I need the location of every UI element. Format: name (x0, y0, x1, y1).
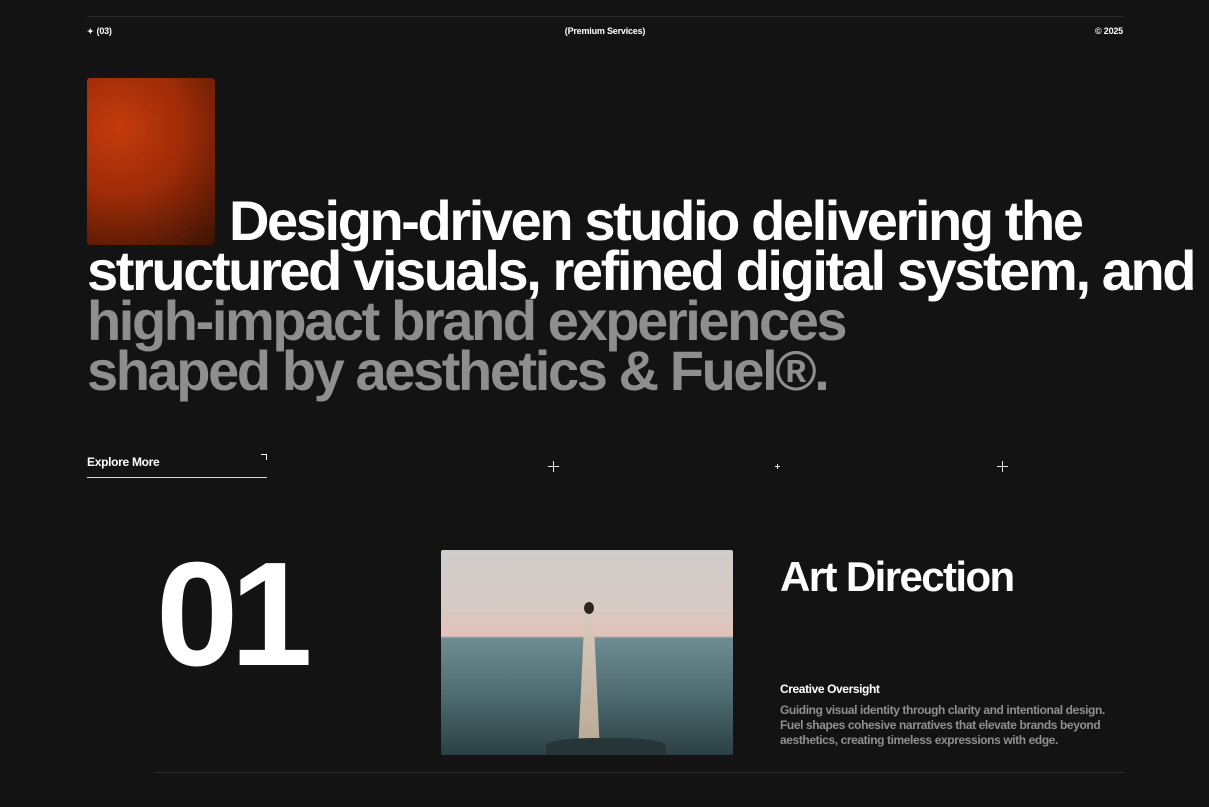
plus-icon (548, 461, 559, 472)
section-label: (Premium Services) (564, 26, 646, 36)
service-image (441, 550, 733, 755)
service-description: Guiding visual identity through clarity … (780, 703, 1105, 747)
hero-line-4: shaped by aesthetics & Fuel®. (87, 339, 830, 402)
plus-icon (775, 464, 780, 469)
service-title: Art Direction (780, 553, 1015, 600)
plus-icon (997, 461, 1008, 472)
copyright: © 2025 (1095, 26, 1123, 36)
service-number: 01 (156, 532, 313, 697)
explore-more-label: Explore More (87, 455, 160, 469)
top-divider (87, 16, 1123, 17)
top-bar: ✦ (03) (Premium Services) © 2025 (87, 26, 1123, 40)
bottom-divider (154, 772, 1124, 773)
explore-more-link[interactable]: Explore More (87, 454, 267, 478)
service-subtitle: Creative Oversight (780, 682, 880, 696)
hero-headline: Design-driven studio delivering the stru… (87, 193, 1197, 402)
arrow-up-right-icon (261, 454, 267, 460)
